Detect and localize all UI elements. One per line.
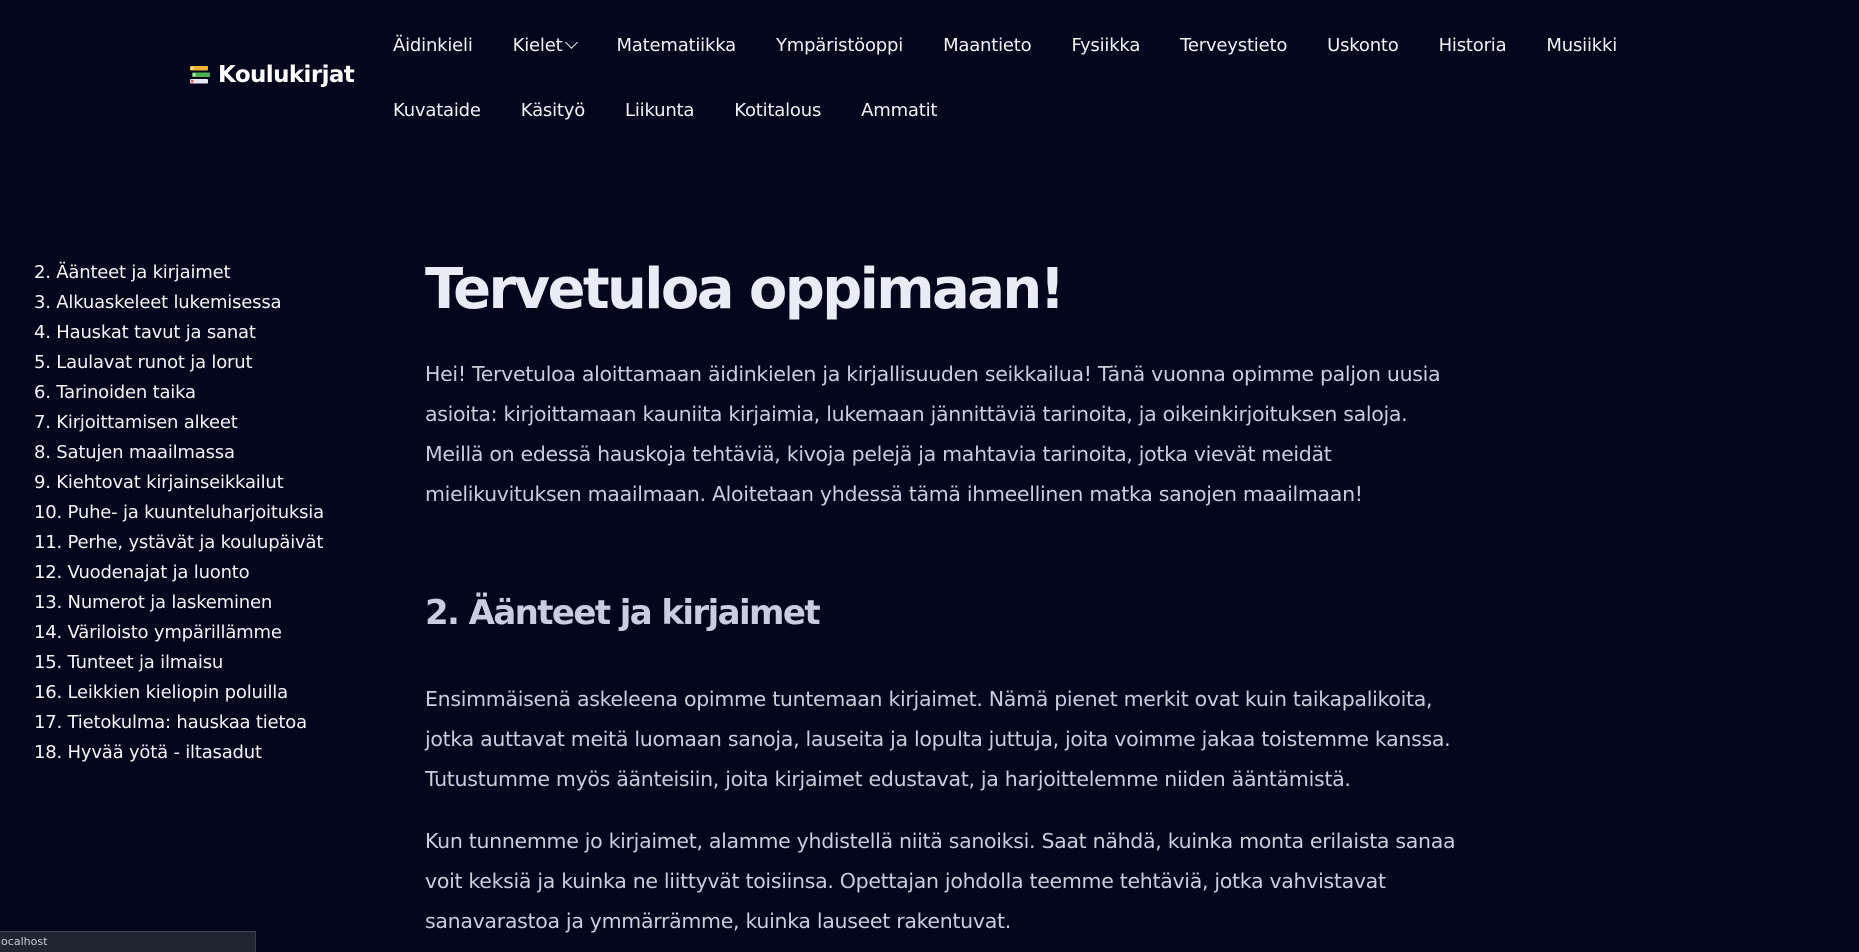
nav-row-2: Kuvataide Käsityö Liikunta Kotitalous Am… — [373, 91, 1693, 129]
toc-item[interactable]: 5. Laulavat runot ja lorut — [34, 348, 364, 378]
site-header: Koulukirjat Äidinkieli Kielet Matematiik… — [0, 0, 1859, 150]
nav-item-fysiikka[interactable]: Fysiikka — [1051, 35, 1160, 56]
toc-item[interactable]: 17. Tietokulma: hauskaa tietoa — [34, 708, 364, 738]
nav-item-terveystieto[interactable]: Terveystieto — [1160, 35, 1307, 56]
toc-item[interactable]: 4. Hauskat tavut ja sanat — [34, 318, 364, 348]
nav-item-kielet[interactable]: Kielet — [493, 35, 597, 56]
browser-status-bar: localhost — [0, 931, 256, 952]
nav-item-kuvataide[interactable]: Kuvataide — [373, 100, 501, 121]
toc-item[interactable]: 14. Väriloisto ympärillämme — [34, 618, 364, 648]
nav-item-label: Musiikki — [1546, 34, 1617, 56]
main-nav: Äidinkieli Kielet Matematiikka Ympäristö… — [373, 26, 1693, 156]
toc-item[interactable]: 9. Kiehtovat kirjainseikkailut — [34, 468, 364, 498]
toc-item[interactable]: 3. Alkuaskeleet lukemisessa — [34, 288, 364, 318]
chevron-down-icon — [565, 36, 579, 49]
nav-item-label: Ammatit — [861, 99, 938, 121]
toc-item[interactable]: 6. Tarinoiden taika — [34, 378, 364, 408]
nav-item-label: Kuvataide — [393, 99, 481, 121]
nav-item-label: Käsityö — [520, 99, 586, 121]
site-logo-link[interactable]: Koulukirjat — [188, 62, 355, 88]
toc-item[interactable]: 13. Numerot ja laskeminen — [34, 588, 364, 618]
nav-item-label: Äidinkieli — [393, 34, 473, 56]
nav-item-label: Maantieto — [943, 34, 1032, 56]
toc-item[interactable]: 8. Satujen maailmassa — [34, 438, 364, 468]
nav-item-uskonto[interactable]: Uskonto — [1307, 35, 1418, 56]
table-of-contents: 2. Äänteet ja kirjaimet 3. Alkuaskeleet … — [34, 258, 364, 768]
nav-item-label: Fysiikka — [1071, 34, 1141, 56]
nav-item-kasityo[interactable]: Käsityö — [501, 100, 605, 121]
nav-item-label: Uskonto — [1327, 34, 1399, 56]
toc-item[interactable]: 7. Kirjoittamisen alkeet — [34, 408, 364, 438]
intro-paragraph: Hei! Tervetuloa aloittamaan äidinkielen … — [425, 362, 1441, 506]
nav-item-aidinkieli[interactable]: Äidinkieli — [373, 35, 493, 56]
nav-item-ymparistooppi[interactable]: Ympäristöoppi — [756, 35, 923, 56]
toc-item[interactable]: 16. Leikkien kieliopin poluilla — [34, 678, 364, 708]
nav-item-label: Liikunta — [625, 99, 695, 121]
toc-item[interactable]: 2. Äänteet ja kirjaimet — [34, 258, 364, 288]
nav-item-matematiikka[interactable]: Matematiikka — [596, 35, 755, 56]
nav-row-1: Äidinkieli Kielet Matematiikka Ympäristö… — [373, 26, 1693, 64]
nav-item-label: Terveystieto — [1180, 34, 1288, 56]
nav-item-maantieto[interactable]: Maantieto — [923, 35, 1051, 56]
book-stack-icon — [190, 66, 210, 84]
nav-item-musiikki[interactable]: Musiikki — [1526, 35, 1637, 56]
nav-item-label: Matematiikka — [616, 34, 736, 56]
nav-item-ammatit[interactable]: Ammatit — [841, 100, 957, 121]
section-paragraph: Ensimmäisenä askeleena opimme tuntemaan … — [425, 687, 1451, 791]
nav-item-historia[interactable]: Historia — [1419, 35, 1527, 56]
nav-item-label: Kielet — [512, 34, 563, 56]
site-logo-text: Koulukirjat — [218, 62, 355, 88]
section-heading: 2. Äänteet ja kirjaimet — [425, 593, 821, 633]
nav-item-kotitalous[interactable]: Kotitalous — [714, 100, 841, 121]
toc-item[interactable]: 11. Perhe, ystävät ja koulupäivät — [34, 528, 364, 558]
toc-item[interactable]: 18. Hyvää yötä - iltasadut — [34, 738, 364, 768]
nav-item-label: Kotitalous — [734, 99, 822, 121]
section-paragraph: Kun tunnemme jo kirjaimet, alamme yhdist… — [425, 829, 1456, 933]
nav-item-liikunta[interactable]: Liikunta — [605, 100, 714, 121]
nav-item-label: Historia — [1438, 34, 1507, 56]
main-content: Tervetuloa oppimaan! Hei! Tervetuloa alo… — [425, 250, 1465, 941]
nav-item-label: Ympäristöoppi — [775, 34, 904, 56]
status-url-text: localhost — [0, 935, 48, 948]
toc-item[interactable]: 12. Vuodenajat ja luonto — [34, 558, 364, 588]
page-title: Tervetuloa oppimaan! — [425, 257, 1065, 322]
toc-item[interactable]: 15. Tunteet ja ilmaisu — [34, 648, 364, 678]
toc-item[interactable]: 10. Puhe- ja kuunteluharjoituksia — [34, 498, 364, 528]
